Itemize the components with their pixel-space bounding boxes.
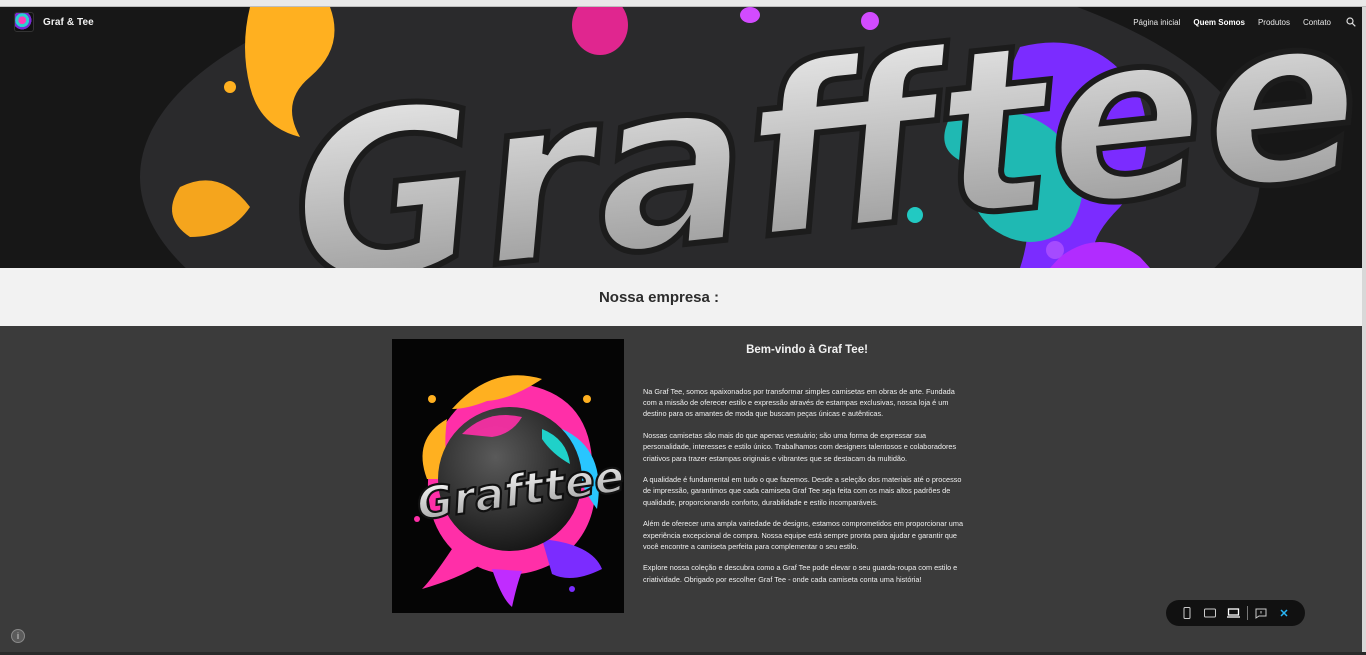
preview-device-toolbar [1166, 600, 1305, 626]
tablet-view-button[interactable] [1198, 600, 1221, 626]
nav-products[interactable]: Produtos [1258, 18, 1290, 27]
main-menu: Página inicial Quem Somos Produtos Conta… [1133, 17, 1356, 27]
laptop-icon [1226, 608, 1240, 618]
about-paragraph: Na Graf Tee, somos apaixonados por trans… [643, 387, 955, 419]
hero-graffiti-art: Grafftee [0, 7, 1362, 268]
top-navigation: Graf & Tee Página inicial Quem Somos Pro… [0, 7, 1362, 37]
browser-top-edge [0, 0, 1366, 7]
close-icon [1280, 609, 1288, 617]
about-text: Bem-vindo à Graf Tee! Na Graf Tee, somos… [643, 344, 968, 595]
info-icon[interactable]: i [11, 629, 25, 643]
close-toolbar-button[interactable] [1273, 600, 1296, 626]
search-icon[interactable] [1346, 17, 1356, 27]
nav-about[interactable]: Quem Somos [1193, 18, 1245, 27]
welcome-heading: Bem-vindo à Graf Tee! [746, 344, 868, 356]
brand-logo[interactable] [14, 12, 34, 32]
grafttee-logo-image: Grafttee [392, 339, 624, 613]
phone-view-button[interactable] [1175, 600, 1198, 626]
phone-icon [1183, 607, 1191, 619]
about-paragraph: Além de oferecer uma ampla variedade de … [643, 519, 964, 551]
nav-home[interactable]: Página inicial [1133, 18, 1180, 27]
nav-contact[interactable]: Contato [1303, 18, 1331, 27]
about-paragraph: Explore nossa coleção e descubra como a … [643, 563, 958, 584]
about-paragraph: Nossas camisetas são mais do que apenas … [643, 431, 957, 463]
hero-banner: Grafftee Graf & Tee Página inicial Quem … [0, 7, 1362, 268]
about-section: Grafttee Bem-vindo à Graf Tee! Na Graf T… [0, 326, 1362, 655]
laptop-view-button[interactable] [1221, 600, 1244, 626]
section-title-band: Nossa empresa : [0, 268, 1362, 326]
scrollbar[interactable] [1362, 7, 1366, 655]
tablet-icon [1203, 608, 1216, 618]
brand-name[interactable]: Graf & Tee [43, 17, 94, 28]
section-title: Nossa empresa : [598, 288, 720, 306]
toolbar-separator [1246, 606, 1248, 620]
brand[interactable]: Graf & Tee [14, 12, 94, 32]
feedback-icon [1255, 608, 1267, 619]
about-paragraph: A qualidade é fundamental em tudo o que … [643, 475, 962, 507]
feedback-button[interactable] [1250, 600, 1273, 626]
